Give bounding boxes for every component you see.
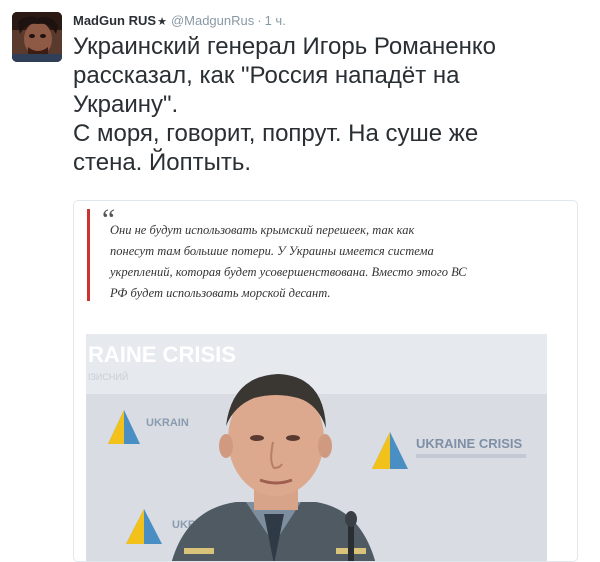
display-name[interactable]: MadGun RUS [73, 13, 156, 28]
logo-text: UKRAIN [146, 417, 189, 429]
quote-text: Они не будут использовать крымский переш… [110, 220, 550, 304]
separator: · [257, 13, 262, 28]
timestamp[interactable]: 1 ч. [265, 13, 286, 28]
avatar-image [12, 12, 62, 62]
tweet-text-line: Украинский генерал Игорь Романенко [73, 33, 497, 60]
tweet: MadGun RUS★ @MadgunRus · 1 ч. Украинский ге… [0, 0, 600, 562]
backdrop-text: RAINE CRISIS [88, 342, 236, 367]
quote-line: РФ будет использовать морской десант. [110, 286, 331, 300]
tweet-header: MadGun RUS★ @MadgunRus · 1 ч. [73, 13, 286, 30]
username[interactable]: @MadgunRus [171, 13, 254, 28]
avatar[interactable] [12, 12, 62, 62]
tweet-text-line: стена. Йоптыть. [73, 149, 252, 176]
star-icon: ★ [157, 16, 167, 28]
media-card[interactable]: “ Они не будут использовать крымский пер… [73, 200, 578, 562]
quote-line: Они не будут использовать крымский переш… [110, 223, 415, 237]
quote-line: понесут там большие потери. У Украины им… [110, 244, 434, 258]
blockquote: “ Они не будут использовать крымский пер… [87, 203, 570, 304]
photo-general[interactable]: RAINE CRISIS ІЗИСНИЙ UKRAIN UKRAIN UKRAI… [86, 334, 547, 562]
quote-line: укреплений, которая будет усовершенствов… [110, 265, 467, 279]
logo-text: UKRAINE CRISIS [416, 436, 523, 451]
backdrop-subtext: ІЗИСНИЙ [88, 371, 128, 382]
tweet-text-line: рассказал, как "Россия нападёт на [73, 62, 460, 89]
tweet-text-line: Украину". [73, 91, 179, 118]
tweet-text: Украинский генерал Игорь Романенко расск… [73, 32, 583, 177]
tweet-text-line: С моря, говорит, попрут. На суше же [73, 120, 479, 147]
